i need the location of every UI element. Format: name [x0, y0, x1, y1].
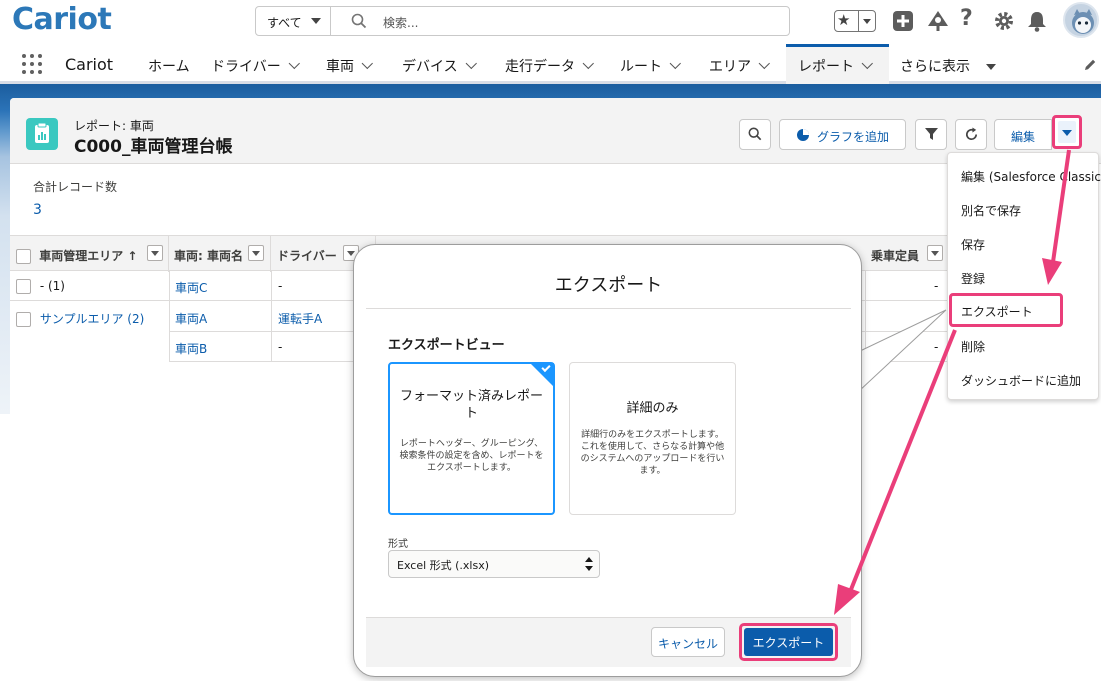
modal-footer: キャンセル エクスポート [366, 617, 851, 667]
option-title: 詳細のみ [626, 401, 679, 416]
format-select[interactable]: Excel 形式 (.xlsx) [388, 550, 600, 578]
option-description: レポートヘッダー、グルーピング、検索条件の設定を含め、レポートをエクスポートしま… [399, 439, 544, 473]
export-button[interactable]: エクスポート [744, 628, 833, 656]
export-view-heading: エクスポートビュー [388, 338, 505, 353]
export-modal: エクスポート エクスポートビュー フォーマット済みレポート レポートヘッダー、グ… [353, 244, 862, 677]
export-option-details-only[interactable]: 詳細のみ 詳細行のみをエクスポートします。これを使用して、さらなる計算や他のシス… [569, 362, 736, 515]
modal-header: エクスポート [366, 257, 851, 309]
cancel-button[interactable]: キャンセル [651, 627, 725, 657]
sort-arrows-icon [585, 557, 593, 571]
format-value: Excel 形式 (.xlsx) [397, 559, 490, 572]
export-option-formatted[interactable]: フォーマット済みレポート レポートヘッダー、グルーピング、検索条件の設定を含め、… [388, 362, 555, 515]
modal-title: エクスポート [554, 275, 663, 296]
option-title: フォーマット済みレポート [399, 389, 543, 421]
format-label: 形式 [388, 539, 408, 550]
option-description: 詳細行のみをエクスポートします。これを使用して、さらなる計算や他のシステムへのア… [580, 430, 725, 476]
export-button-highlight: エクスポート [739, 623, 838, 661]
